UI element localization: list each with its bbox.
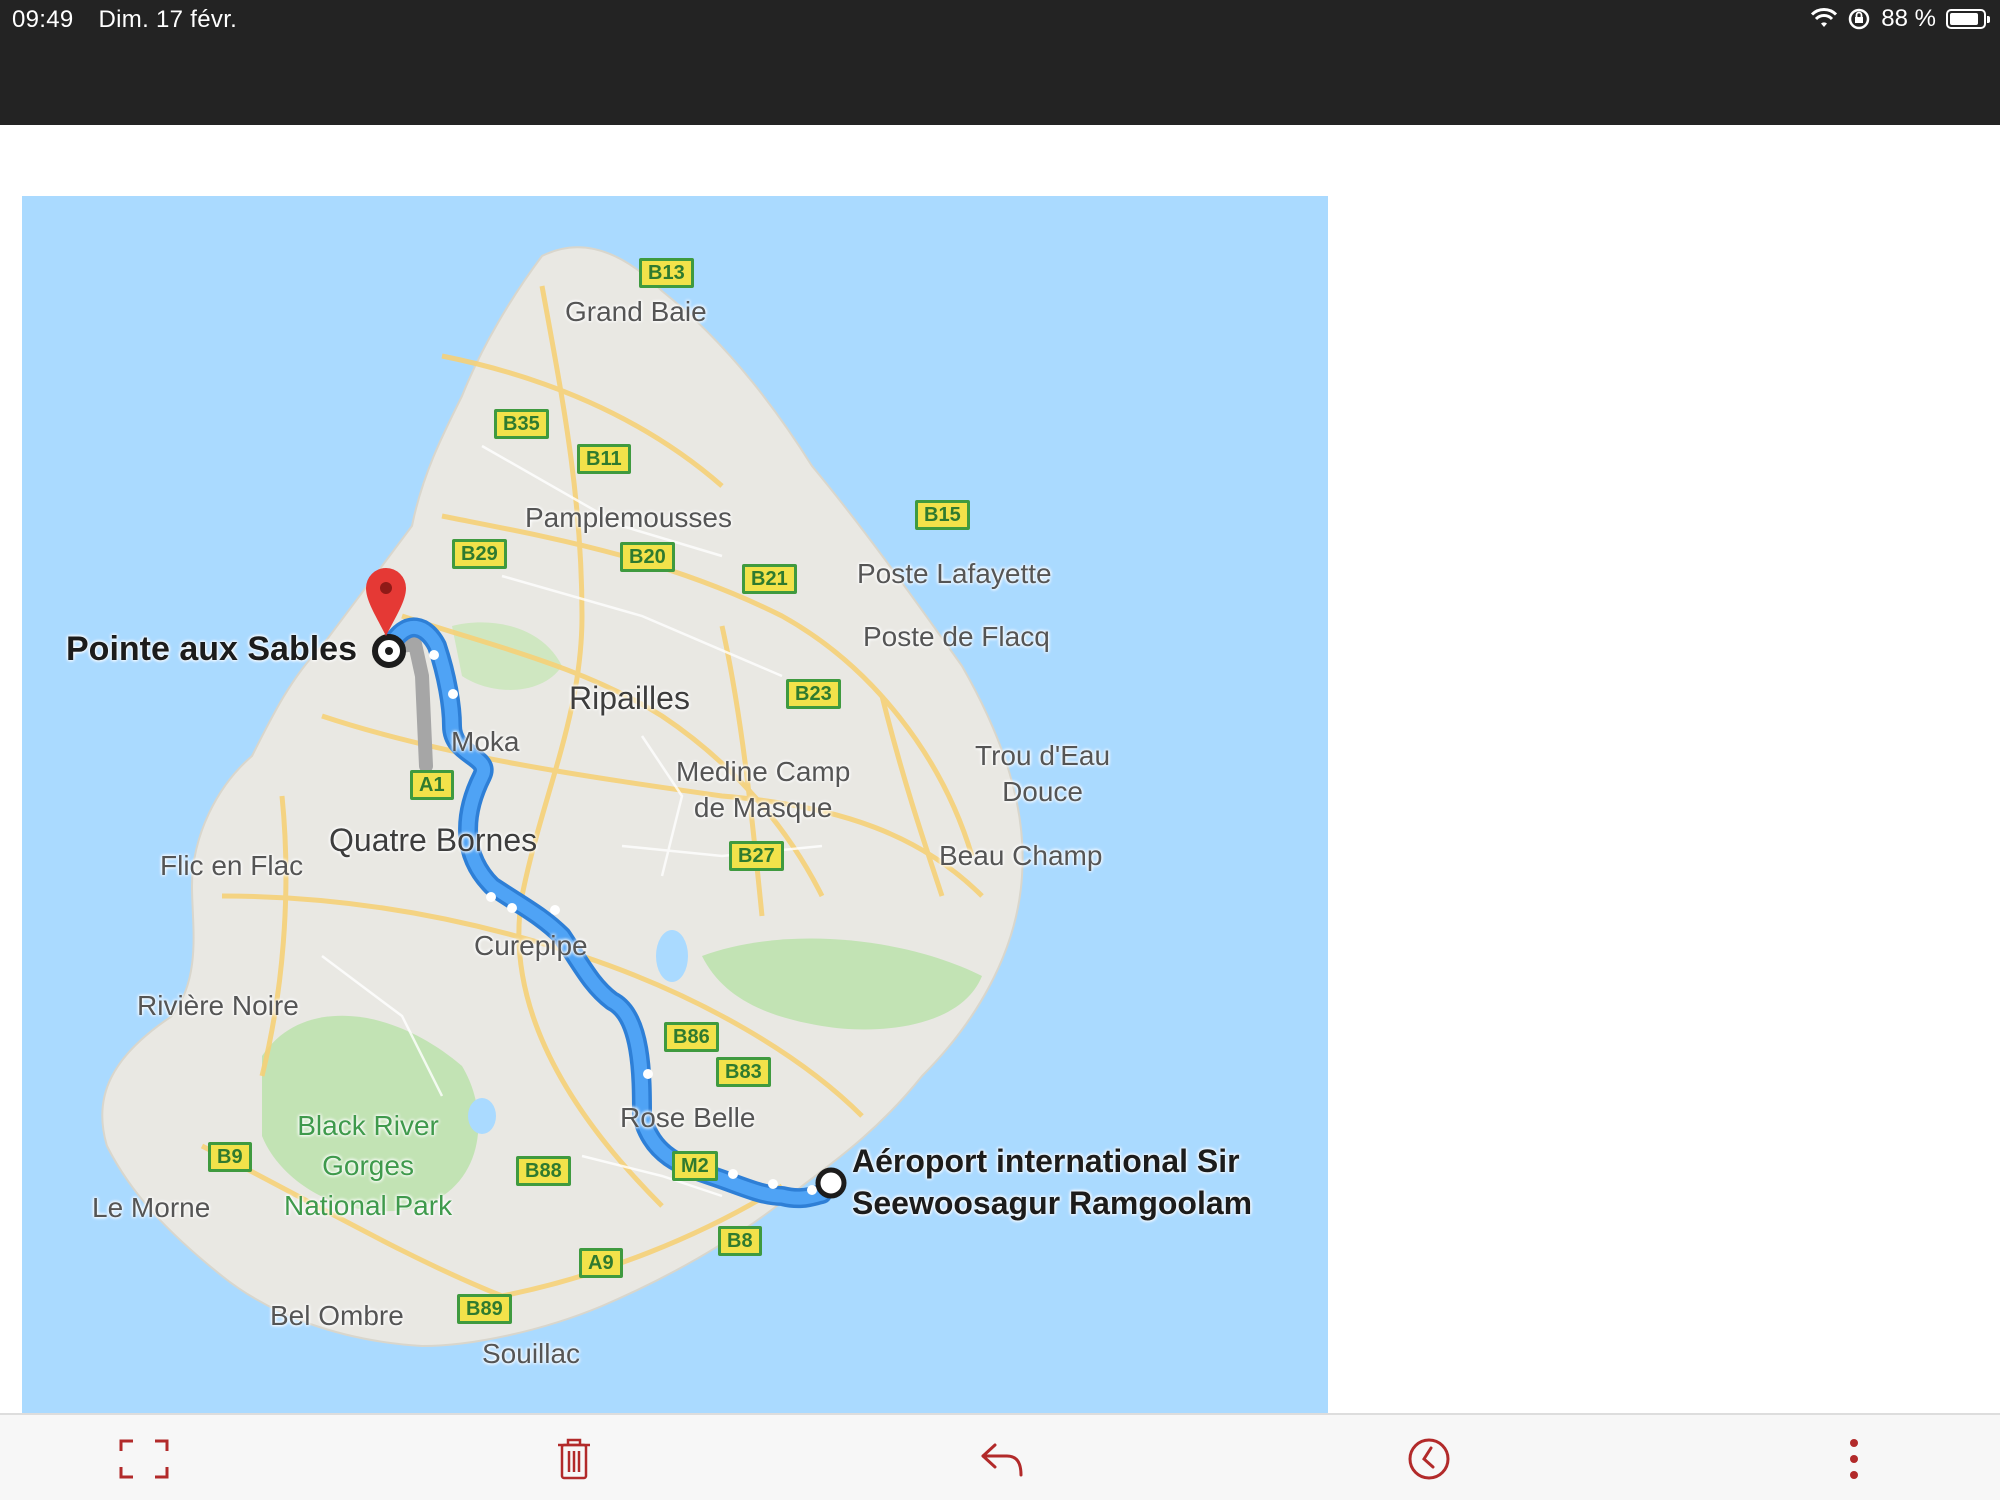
- label-moka: Moka: [451, 726, 520, 757]
- road-shield-b8: B8: [718, 1226, 762, 1256]
- label-curepipe: Curepipe: [474, 930, 588, 961]
- road-shield-b83: B83: [716, 1057, 771, 1087]
- road-shield-b21: B21: [742, 564, 797, 594]
- status-left: 09:49 Dim. 17 févr.: [12, 6, 255, 34]
- road-shield-b13: B13: [639, 258, 694, 288]
- clock-button[interactable]: [1403, 1433, 1455, 1485]
- label-origin-line1: Aéroport international Sir: [852, 1143, 1240, 1179]
- reply-icon: [981, 1443, 1023, 1477]
- label-le-morne: Le Morne: [92, 1192, 211, 1223]
- road-shield-a9: A9: [579, 1248, 623, 1278]
- label-beau-champ: Beau Champ: [939, 840, 1103, 871]
- label-grand-baie: Grand Baie: [565, 296, 707, 327]
- status-right: 88 %: [1811, 4, 1990, 34]
- label-park-line1: Black River: [297, 1110, 439, 1141]
- clock-icon: [1408, 1438, 1450, 1480]
- road-shield-b89: B89: [457, 1294, 512, 1324]
- road-shield-b9: B9: [208, 1142, 252, 1172]
- label-destination: Pointe aux Sables: [66, 630, 357, 668]
- label-poste-de-flacq: Poste de Flacq: [863, 621, 1050, 652]
- label-park-line2: Gorges: [322, 1150, 414, 1181]
- label-medine: Medine Camp de Masque: [676, 756, 850, 824]
- road-shield-b11: B11: [577, 444, 631, 474]
- label-rose-belle: Rose Belle: [620, 1102, 756, 1133]
- fullscreen-icon: [119, 1439, 169, 1479]
- road-shield-b35: B35: [494, 409, 549, 439]
- more-vertical-icon: [1850, 1439, 1858, 1479]
- reply-button[interactable]: [976, 1433, 1028, 1485]
- map-graphic: [22, 196, 1328, 1414]
- road-shield-b88: B88: [516, 1156, 571, 1186]
- status-bar: 09:49 Dim. 17 févr. 88 %: [0, 0, 2000, 125]
- label-poste-lafayette: Poste Lafayette: [857, 558, 1052, 589]
- wifi-icon: [1811, 8, 1838, 27]
- battery-level: [1950, 13, 1979, 25]
- reservoir-2: [468, 1098, 496, 1134]
- road-shield-a1: A1: [410, 770, 454, 800]
- trash-icon: [558, 1438, 590, 1480]
- reservoir-1: [656, 930, 688, 982]
- label-flic-en-flac: Flic en Flac: [160, 850, 304, 881]
- road-shield-b15: B15: [915, 500, 970, 530]
- label-ripailles: Ripailles: [569, 680, 690, 716]
- label-trou-line2: Douce: [1002, 776, 1083, 807]
- label-trou-deau-douce: Trou d'Eau Douce: [975, 740, 1110, 808]
- road-shield-b86: B86: [664, 1022, 719, 1052]
- road-shield-b23: B23: [786, 679, 841, 709]
- label-medine-line2: de Masque: [693, 792, 833, 823]
- road-shield-b20: B20: [620, 542, 675, 572]
- orientation-lock-icon: [1849, 8, 1870, 30]
- origin-marker: [815, 1167, 847, 1199]
- delete-button[interactable]: [548, 1433, 600, 1485]
- label-park-line3: National Park: [284, 1190, 453, 1221]
- label-bel-ombre: Bel Ombre: [270, 1300, 404, 1331]
- battery-percent: 88 %: [1881, 5, 1936, 32]
- label-trou-line1: Trou d'Eau: [975, 740, 1111, 771]
- road-shield-m2: M2: [672, 1151, 718, 1181]
- label-quatre-bornes: Quatre Bornes: [329, 822, 538, 858]
- battery-icon: [1946, 9, 1990, 29]
- road-shield-b27: B27: [729, 841, 784, 871]
- label-riviere-noire: Rivière Noire: [137, 990, 299, 1021]
- label-origin-line2: Seewoosagur Ramgoolam: [852, 1185, 1253, 1221]
- label-souillac: Souillac: [482, 1338, 581, 1369]
- road-shield-b29: B29: [452, 539, 507, 569]
- bottom-toolbar: [0, 1413, 2000, 1500]
- map-image[interactable]: Pointe aux Sables Aéroport international…: [22, 196, 1328, 1414]
- more-button[interactable]: [1828, 1433, 1880, 1485]
- status-date: Dim. 17 févr.: [98, 6, 238, 33]
- label-medine-line1: Medine Camp: [676, 756, 851, 787]
- label-black-river-park: Black River Gorges National Park: [284, 1106, 452, 1226]
- label-origin: Aéroport international Sir Seewoosagur R…: [852, 1140, 1252, 1224]
- fullscreen-button[interactable]: [118, 1433, 170, 1485]
- status-time: 09:49: [12, 6, 74, 33]
- label-pamplemousses: Pamplemousses: [525, 502, 732, 533]
